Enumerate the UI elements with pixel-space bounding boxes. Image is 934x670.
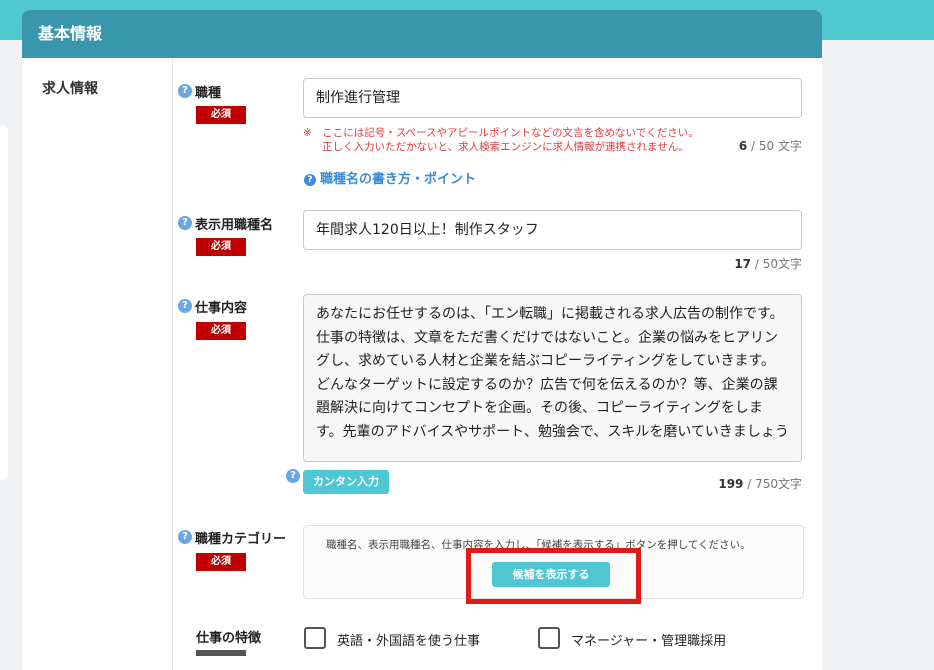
job-content-counter: 199 / 750文字 (718, 477, 802, 491)
feature-checkbox[interactable] (304, 627, 326, 649)
display-job-type-input[interactable]: 年間求人120日以上！制作スタッフ (303, 210, 802, 250)
feature-checkbox[interactable] (538, 627, 560, 649)
question-icon: ? (304, 173, 316, 186)
required-badge: 必須 (196, 553, 246, 571)
job-type-help-link[interactable]: ? 職種名の書き方・ポイント (304, 168, 476, 187)
job-content-label: 仕事内容 (195, 301, 248, 316)
question-icon[interactable]: ? (178, 299, 192, 313)
basic-info-panel: 基本情報 求人情報 ? 職種 必須 制作進行管理 ※ ここには記号・スペースやア… (22, 10, 822, 670)
background-card (0, 125, 8, 480)
job-category-label: 職種カテゴリー (195, 532, 287, 547)
job-content-textarea[interactable]: あなたにお任せするのは、「エン転職」に掲載される求人広告の制作です。仕事の特徴は… (303, 294, 802, 462)
required-badge: 必須 (196, 238, 246, 256)
job-type-label: 職種 (195, 86, 222, 101)
section-column: 求人情報 (22, 58, 173, 670)
required-badge: 必須 (196, 322, 246, 340)
features-label: 仕事の特徴 (196, 631, 262, 646)
question-icon[interactable]: ? (178, 530, 192, 544)
question-icon[interactable]: ? (178, 84, 192, 98)
feature-option-label: 英語・外国語を使う仕事 (337, 634, 481, 649)
panel-title: 基本情報 (22, 10, 822, 58)
feature-option-label: マネージャー・管理職採用 (571, 634, 727, 649)
job-type-counter: 6 / 50 文字 (738, 139, 802, 153)
question-icon[interactable]: ? (286, 469, 300, 483)
display-job-type-label: 表示用職種名 (195, 218, 274, 233)
question-icon[interactable]: ? (178, 216, 192, 230)
badge-fragment (196, 650, 246, 656)
job-type-input[interactable]: 制作進行管理 (303, 78, 802, 118)
display-job-type-counter: 17 / 50文字 (734, 257, 802, 271)
section-label: 求人情報 (42, 81, 98, 97)
highlight-frame (466, 548, 641, 604)
required-badge: 必須 (196, 106, 246, 124)
easy-input-button[interactable]: カンタン入力 (303, 470, 389, 494)
